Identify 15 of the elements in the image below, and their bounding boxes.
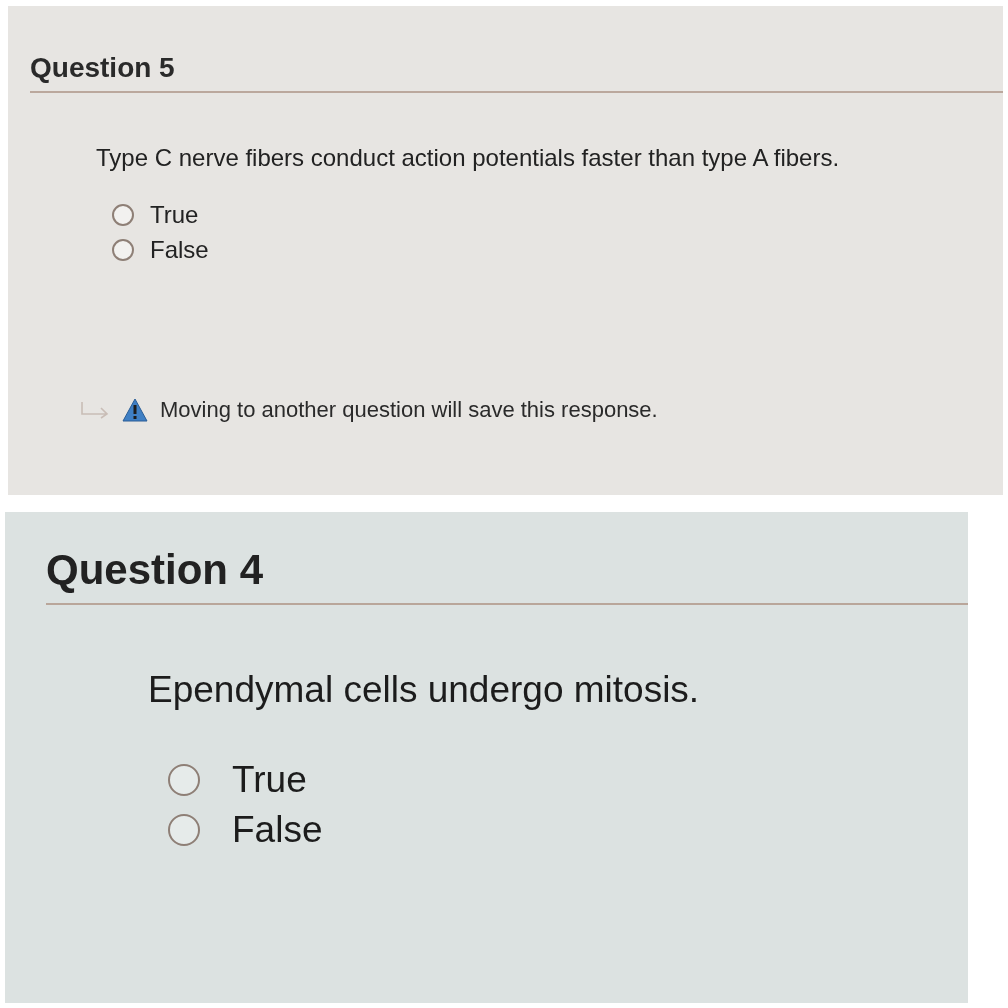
radio-button[interactable] xyxy=(168,764,200,796)
option-label: True xyxy=(150,199,199,230)
return-arrow-icon xyxy=(80,401,110,419)
question-text: Ependymal cells undergo mitosis. xyxy=(148,668,701,712)
warning-icon xyxy=(122,398,148,422)
radio-button[interactable] xyxy=(112,203,134,226)
radio-button[interactable] xyxy=(112,238,134,261)
question-text: Type C nerve fibers conduct action potentials faster than type A fibers. xyxy=(96,143,841,173)
question-title: Question 5 xyxy=(30,51,176,85)
notice-text: Moving to another question will save this response. xyxy=(160,396,658,424)
radio-button[interactable] xyxy=(168,814,200,846)
option-label: True xyxy=(232,758,307,802)
option-label: False xyxy=(232,808,323,852)
option-label: False xyxy=(150,234,209,265)
question-title: Question 4 xyxy=(46,545,265,595)
